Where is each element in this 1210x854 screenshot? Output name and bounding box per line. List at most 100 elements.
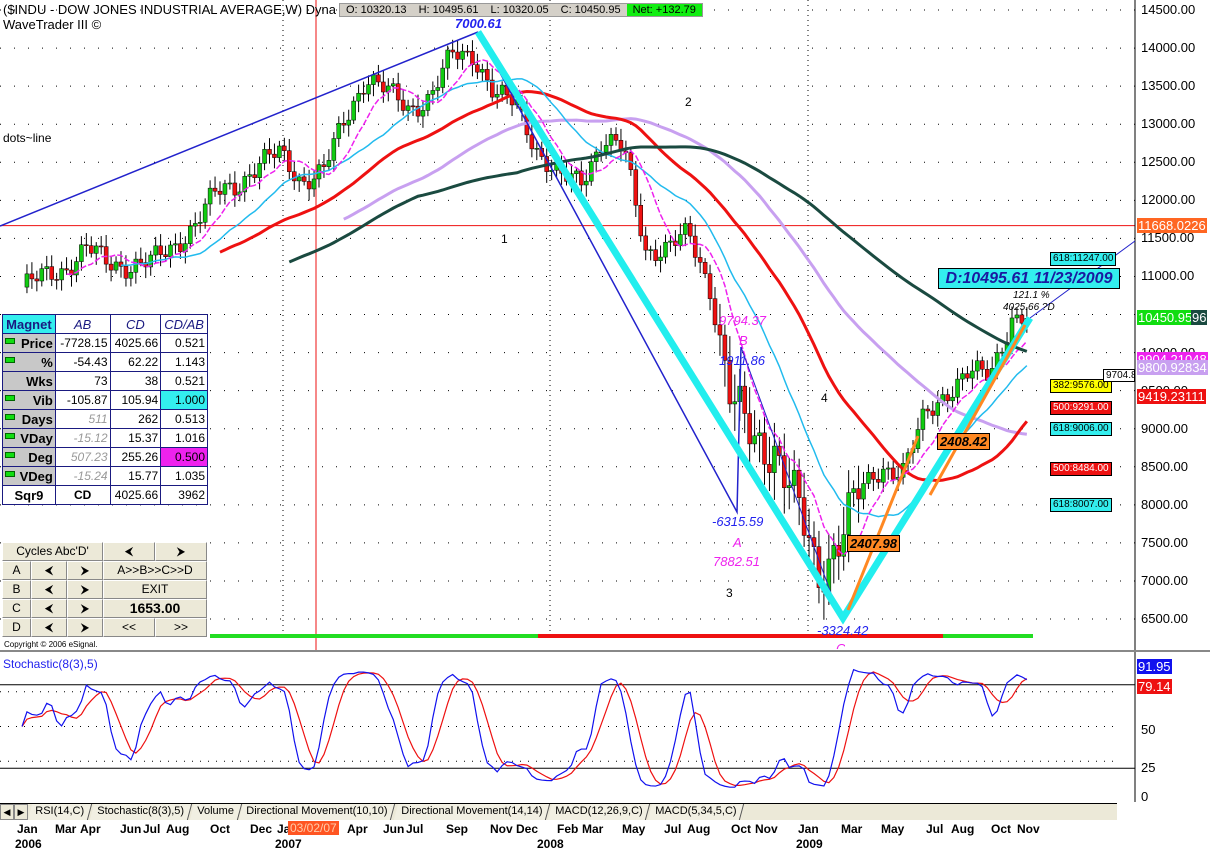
candle-down <box>217 190 223 195</box>
candle-down <box>252 174 257 178</box>
candle-up <box>227 182 233 185</box>
d-target-box: D:10495.61 11/23/2009 <box>938 268 1120 289</box>
cycle-value: 1653.00 <box>103 599 207 618</box>
indicator-icon[interactable] <box>5 394 15 401</box>
magnet-row: Vib -105.87 105.94 1.000 <box>2 390 208 410</box>
d-next-button[interactable]: ⮞ <box>67 618 103 637</box>
cycle-controls: Cycles Abc'D' ⮜ ⮞ A ⮜ ⮞ A>>B>>C>>D B ⮜ ⮞… <box>2 542 208 638</box>
d-prev-button[interactable]: ⮜ <box>31 618 67 637</box>
magnet-cell: VDay <box>2 428 56 448</box>
orange-leg-line-2 <box>928 324 1027 496</box>
magnet-cell: Vib <box>2 390 56 410</box>
candle-up <box>732 401 738 405</box>
scroll-left-icon[interactable]: ◀ <box>0 804 14 820</box>
candle-down <box>400 99 406 111</box>
b-next-button[interactable]: ⮞ <box>67 580 103 599</box>
month-label: Oct <box>210 822 231 836</box>
pct-label: 121.1 % <box>1013 290 1050 301</box>
exit-button[interactable]: EXIT <box>103 580 207 599</box>
candle-down <box>232 182 238 196</box>
candle-up <box>356 92 361 102</box>
cycle-bar-segment <box>210 634 538 638</box>
indicator-icon[interactable] <box>5 337 15 344</box>
fib-level-box: 618:9006.00 <box>1050 422 1112 437</box>
candle-down <box>653 249 658 261</box>
tab-label: Stochastic(8(3),5) <box>97 805 184 817</box>
price-tick: 12000.00 <box>1141 192 1196 208</box>
candle-down <box>890 467 896 480</box>
study-tab[interactable]: MACD(12,26,9,C) <box>547 804 651 820</box>
candle-up <box>188 225 193 244</box>
study-tab[interactable]: RSI(14,C) <box>27 804 93 820</box>
forward-button[interactable]: >> <box>155 618 207 637</box>
c-prev-button[interactable]: ⮜ <box>31 599 67 618</box>
cd-label: -3324.42 <box>817 623 869 638</box>
indicator-icon[interactable] <box>5 470 15 477</box>
magnet-cell: 62.22 <box>109 352 162 372</box>
price-tick: 11000.00 <box>1141 268 1195 284</box>
month-label: Jan <box>798 822 819 836</box>
candle-up <box>831 545 837 560</box>
magnet-cell-text: 38 <box>144 374 159 388</box>
d-projection-label: 4025.66 ?D <box>1003 302 1055 313</box>
tab-label: Volume <box>196 805 234 817</box>
c-next-button[interactable]: ⮞ <box>67 599 103 618</box>
magnet-cell: 38 <box>109 371 162 391</box>
indicator-icon[interactable] <box>5 451 15 458</box>
ohlc-readout: O: 10320.13 H: 10495.61 L: 10320.05 C: 1… <box>339 3 703 17</box>
magnet-cell-text: 1.000 <box>174 393 205 407</box>
magnet-cell-text: 15.37 <box>128 431 159 445</box>
month-label: May <box>622 822 646 836</box>
cycle-bar-segment <box>538 634 943 638</box>
magnet-cell-text: Days <box>21 411 53 427</box>
scroll-right-icon[interactable]: ▶ <box>14 804 28 820</box>
magnet-header-row: Magnet AB CD CD/AB <box>2 314 208 334</box>
magnet-cell: 4025.66 <box>109 333 162 353</box>
month-label: Jul <box>664 822 682 836</box>
indicator-icon[interactable] <box>5 432 15 439</box>
study-tab[interactable]: MACD(5,34,5,C) <box>648 804 745 820</box>
indicator-icon[interactable] <box>5 413 15 420</box>
candle-down <box>762 432 767 465</box>
month-label: Aug <box>687 822 711 836</box>
magnet-row: % -54.43 62.22 1.143 <box>2 352 208 372</box>
b-prev-button[interactable]: ⮜ <box>31 580 67 599</box>
candle-down <box>633 169 639 206</box>
fib-level-box: 500:8484.00 <box>1050 461 1112 476</box>
prev-button[interactable]: ⮜ <box>103 542 155 561</box>
wave-1-label: 1 <box>501 232 508 246</box>
candle-up <box>39 268 45 282</box>
fib-level-box: 618:8007.00 <box>1050 498 1112 513</box>
price-tick: 9000.00 <box>1141 420 1188 436</box>
stoch-k-tag: 91.95 <box>1137 659 1172 674</box>
year-label: 2009 <box>796 837 823 851</box>
cycles-button[interactable]: Cycles Abc'D' <box>2 542 103 561</box>
rewind-button[interactable]: << <box>103 618 155 637</box>
candle-down <box>34 278 40 282</box>
magnet-cell: 507.23 <box>54 447 111 467</box>
abcd-button[interactable]: A>>B>>C>>D <box>103 561 207 580</box>
net-change: Net: +132.79 <box>626 4 702 16</box>
month-label: Jan <box>17 822 38 836</box>
candle-up <box>663 241 668 258</box>
b-point-label: B <box>739 333 748 348</box>
study-tab[interactable]: Volume <box>189 804 242 820</box>
candle-up <box>683 223 688 235</box>
study-tab[interactable]: Directional Movement(10,10) <box>239 804 396 820</box>
a-next-button[interactable]: ⮞ <box>67 561 103 580</box>
study-tab[interactable]: Directional Movement(14,14) <box>393 804 551 820</box>
candle-down <box>321 164 327 167</box>
indicator-icon[interactable] <box>5 356 15 363</box>
candle-up <box>658 256 663 261</box>
magnet-cell-text: CD <box>74 488 92 502</box>
next-button[interactable]: ⮞ <box>155 542 207 561</box>
candle-down <box>361 92 366 95</box>
a-prev-button[interactable]: ⮜ <box>31 561 67 580</box>
candle-up <box>24 273 30 288</box>
study-tab[interactable]: Stochastic(8(3),5) <box>89 804 192 820</box>
magnet-cell-text: 255.26 <box>121 450 159 464</box>
fib-level-box: 500:9291.00 <box>1050 400 1112 415</box>
magnet-cell: -15.12 <box>54 428 111 448</box>
stochastic-chart[interactable] <box>0 652 1210 802</box>
trendline <box>0 31 479 227</box>
